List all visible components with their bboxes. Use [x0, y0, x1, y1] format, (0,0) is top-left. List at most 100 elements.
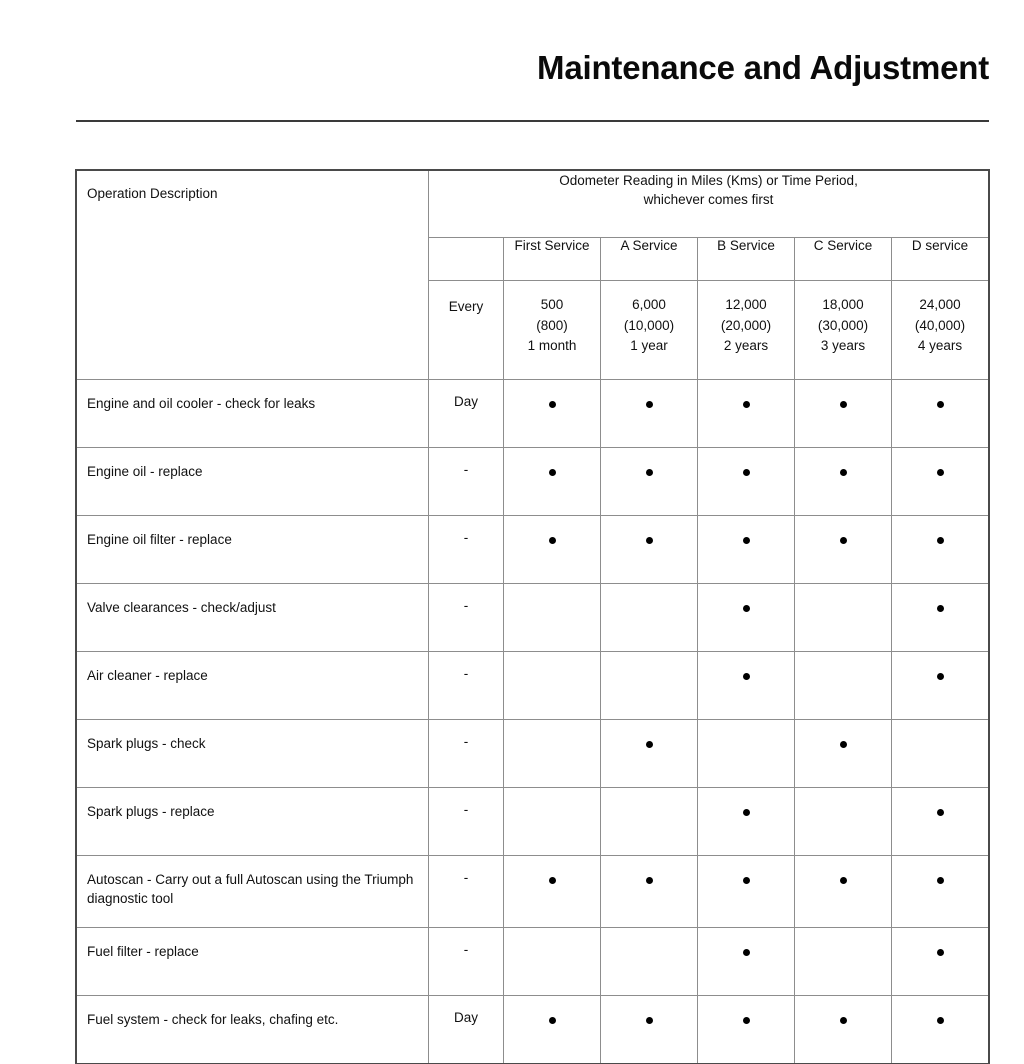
service-dot-icon [936, 809, 944, 817]
service-dot-icon [936, 469, 944, 477]
service-required-cell [794, 995, 892, 1064]
service-dot-icon [645, 877, 653, 885]
service-empty-cell [794, 927, 892, 996]
service-dot-icon [548, 401, 556, 409]
service-empty-cell [600, 787, 698, 856]
every-interval-value: - [463, 462, 469, 477]
every-interval-value: - [463, 942, 469, 957]
interval-a-service: 6,000 (10,000) 1 year [600, 280, 698, 380]
table-row: Fuel filter - replace - [76, 927, 990, 996]
service-dot-icon [548, 877, 556, 885]
service-required-cell [890, 995, 990, 1064]
service-dot-icon [742, 469, 750, 477]
every-interval-value: - [463, 802, 469, 817]
service-required-cell [794, 379, 892, 448]
every-interval-cell: - [428, 855, 504, 928]
every-interval-value: - [463, 530, 469, 545]
column-header-first-service: First Service [503, 237, 601, 281]
interval-time: 1 month [527, 338, 577, 353]
interval-kms: (20,000) [720, 317, 772, 333]
operation-description-cell: Engine oil - replace [76, 447, 429, 516]
table-body: Operation Description Odometer Reading i… [76, 170, 990, 1064]
interval-kms: (800) [536, 317, 568, 333]
service-dot-icon [645, 537, 653, 545]
operation-description-cell: Spark plugs - check [76, 719, 429, 788]
operation-description-cell: Valve clearances - check/adjust [76, 583, 429, 652]
interval-miles: 500 [540, 297, 564, 312]
document-page: Maintenance and Adjustment Operation Des… [0, 0, 1024, 1064]
column-header-a-service: A Service [600, 237, 698, 281]
service-empty-cell [503, 651, 601, 720]
service-required-cell [697, 447, 795, 516]
service-dot-icon [645, 401, 653, 409]
table-row: Engine and oil cooler - check for leaks D… [76, 379, 990, 448]
column-header-c-service: C Service [794, 237, 892, 281]
every-interval-value: - [463, 734, 469, 749]
every-interval-value: - [463, 598, 469, 613]
every-interval-cell: - [428, 719, 504, 788]
service-required-cell [794, 447, 892, 516]
table-header-row-odometer: Operation Description Odometer Reading i… [76, 170, 990, 380]
service-required-cell [890, 927, 990, 996]
interval-d-service: 24,000 (40,000) 4 years [890, 280, 990, 380]
service-dot-icon [936, 605, 944, 613]
interval-kms: (30,000) [817, 317, 869, 333]
service-required-cell [600, 719, 698, 788]
column-header-b-service: B Service [697, 237, 795, 281]
every-interval-cell: - [428, 927, 504, 996]
service-empty-cell [794, 651, 892, 720]
interval-time: 4 years [917, 338, 963, 353]
interval-miles: 6,000 [632, 297, 666, 312]
service-required-cell [503, 447, 601, 516]
title-divider-rule [76, 120, 989, 122]
service-required-cell [794, 515, 892, 584]
service-required-cell [890, 515, 990, 584]
service-dot-icon [742, 537, 750, 545]
service-empty-cell [697, 719, 795, 788]
table-row: Air cleaner - replace - [76, 651, 990, 720]
service-empty-cell [503, 787, 601, 856]
service-required-cell [697, 379, 795, 448]
service-dot-icon [936, 877, 944, 885]
service-required-cell [890, 651, 990, 720]
service-required-cell [890, 787, 990, 856]
service-required-cell [503, 855, 601, 928]
every-interval-value: Day [453, 1010, 478, 1025]
odometer-header-line1: Odometer Reading in Miles (Kms) or Time … [559, 173, 858, 188]
column-header-d-service: D service [890, 237, 990, 281]
service-empty-cell [503, 719, 601, 788]
service-dot-icon [548, 469, 556, 477]
service-dot-icon [742, 1017, 750, 1025]
service-dot-icon [839, 1017, 847, 1025]
service-required-cell [697, 515, 795, 584]
service-empty-cell [794, 583, 892, 652]
every-interval-value: - [463, 870, 469, 885]
every-interval-value: Day [453, 394, 478, 409]
service-required-cell [600, 447, 698, 516]
service-required-cell [600, 515, 698, 584]
column-header-odometer: Odometer Reading in Miles (Kms) or Time … [427, 170, 990, 238]
table-row: Autoscan - Carry out a full Autoscan usi… [76, 855, 990, 928]
service-empty-cell [503, 583, 601, 652]
table-row: Valve clearances - check/adjust - [76, 583, 990, 652]
service-dot-icon [839, 537, 847, 545]
odometer-header-line2: whichever comes first [643, 192, 774, 207]
service-dot-icon [645, 469, 653, 477]
service-empty-cell [600, 927, 698, 996]
operation-description-cell: Spark plugs - replace [76, 787, 429, 856]
service-required-cell [600, 379, 698, 448]
service-required-cell [697, 995, 795, 1064]
service-empty-cell [600, 651, 698, 720]
service-required-cell [600, 855, 698, 928]
service-dot-icon [742, 877, 750, 885]
service-required-cell [794, 855, 892, 928]
header-cell-every: Every [428, 280, 504, 380]
interval-time: 1 year [630, 338, 668, 353]
service-dot-icon [936, 401, 944, 409]
table-row: Engine oil filter - replace - [76, 515, 990, 584]
every-interval-cell: Day [428, 995, 504, 1064]
interval-kms: (10,000) [623, 317, 675, 333]
operation-description-cell: Autoscan - Carry out a full Autoscan usi… [76, 855, 429, 928]
service-required-cell [890, 855, 990, 928]
interval-first-service: 500 (800) 1 month [503, 280, 601, 380]
